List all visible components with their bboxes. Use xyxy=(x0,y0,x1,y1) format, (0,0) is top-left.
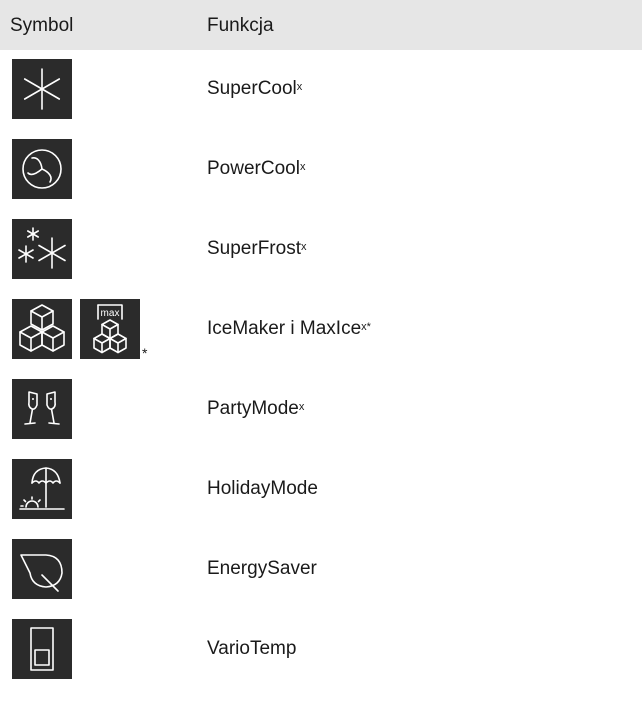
header-symbol: Symbol xyxy=(10,15,74,36)
ice-cubes-max-icon: max xyxy=(80,299,140,359)
beach-umbrella-icon xyxy=(12,459,72,519)
function-label: HolidayMode xyxy=(207,478,318,499)
table-row: PowerCoolx xyxy=(0,130,642,210)
svg-text:max: max xyxy=(101,308,120,319)
function-label: VarioTemp xyxy=(207,638,297,659)
snowflake-icon xyxy=(12,59,72,119)
table-row: SuperFrostx xyxy=(0,210,642,290)
leaf-icon xyxy=(12,539,72,599)
footnote-asterisk: * xyxy=(142,345,148,361)
table-row: max * IceMaker i MaxIcex* xyxy=(0,290,642,370)
vario-drawer-icon xyxy=(12,619,72,679)
champagne-glasses-icon xyxy=(12,379,72,439)
table-row: EnergySaver xyxy=(0,530,642,610)
function-label: PartyModex xyxy=(207,398,305,419)
fan-icon xyxy=(12,139,72,199)
function-label: PowerCoolx xyxy=(207,158,306,179)
function-label: SuperFrostx xyxy=(207,238,307,259)
ice-cubes-icon xyxy=(12,299,72,359)
table-row: SuperCoolx xyxy=(0,50,642,130)
function-label: IceMaker i MaxIcex* xyxy=(207,318,371,339)
function-label: SuperCoolx xyxy=(207,78,303,99)
header-function: Funkcja xyxy=(207,15,274,36)
function-label: EnergySaver xyxy=(207,558,317,579)
double-snowflake-icon xyxy=(12,219,72,279)
table-row: PartyModex xyxy=(0,370,642,450)
table-row: VarioTemp xyxy=(0,610,642,690)
table-row: HolidayMode xyxy=(0,450,642,530)
table-header: Symbol Funkcja xyxy=(0,0,642,50)
